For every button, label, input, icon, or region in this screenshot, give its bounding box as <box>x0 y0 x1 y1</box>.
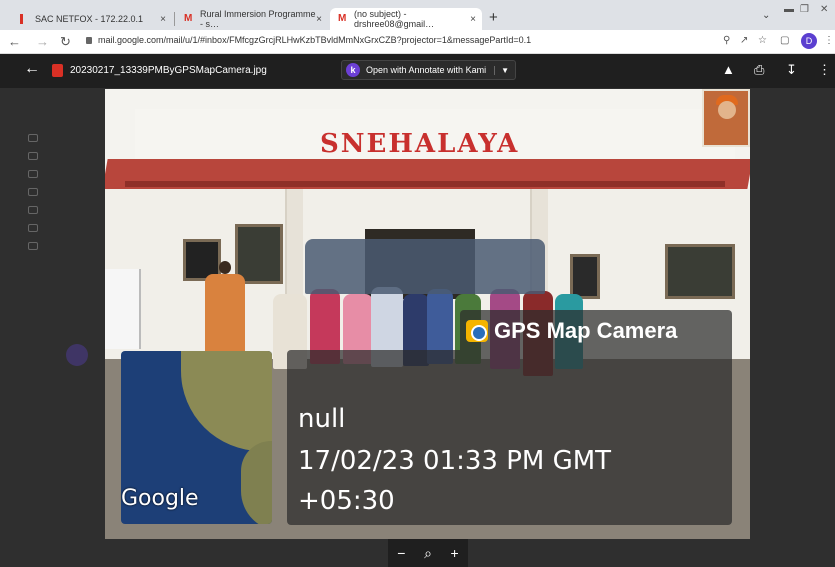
kami-icon: k <box>346 63 360 77</box>
pause-icon <box>20 14 23 24</box>
inbox-icon <box>28 152 38 160</box>
reload-button[interactable]: ↻ <box>60 34 71 50</box>
building-sign: SNEHALAYA <box>320 129 520 159</box>
tab-label: (no subject) - drshree08@gmail… <box>354 9 435 29</box>
star-icon <box>28 170 38 178</box>
side-panel-icon[interactable]: ▢ <box>780 35 789 46</box>
parked-vehicle <box>105 269 141 349</box>
image-file-icon <box>52 64 63 77</box>
tab-divider <box>174 12 175 26</box>
gps-app-name: GPS Map Camera <box>494 318 678 343</box>
roof-edge <box>125 181 725 187</box>
forward-button[interactable]: → <box>36 34 49 49</box>
address-bar: ← → ↻ mail.google.com/mail/u/1/#inbox/FM… <box>0 30 835 54</box>
back-button[interactable]: ← <box>8 34 21 49</box>
map-landmass <box>181 351 272 451</box>
close-icon[interactable]: × <box>470 14 476 25</box>
close-icon[interactable]: × <box>160 14 166 25</box>
tab-label: SAC NETFOX - 172.22.0.1 <box>35 14 144 24</box>
menu-dots-icon[interactable]: ⋮ <box>824 35 834 46</box>
clock-icon <box>28 188 38 196</box>
gps-timezone: +05:30 <box>298 486 395 516</box>
send-icon <box>28 224 38 232</box>
gps-location: null <box>298 404 346 434</box>
zoom-controls: − ⌕ + <box>388 539 468 567</box>
open-with-label: Open with Annotate with Kami <box>366 65 487 75</box>
portrait-face <box>718 101 736 119</box>
zoom-reset-icon[interactable]: ⌕ <box>424 545 432 562</box>
gmail-icon: M <box>184 13 193 24</box>
people-back-row <box>305 239 545 294</box>
download-icon[interactable]: ↧ <box>786 62 797 78</box>
tab-no-subject[interactable]: M (no subject) - drshree08@gmail… × <box>330 8 482 30</box>
browser-tab-strip: SAC NETFOX - 172.22.0.1 × M Rural Immers… <box>0 0 835 30</box>
tab-label: Rural Immersion Programme - s… <box>200 9 316 29</box>
close-window-button[interactable]: ✕ <box>820 4 828 15</box>
open-with-button[interactable]: k Open with Annotate with Kami ▼ <box>341 60 516 80</box>
gps-camera-app-icon <box>466 320 488 342</box>
chevron-down-icon[interactable]: ▼ <box>494 65 509 75</box>
window <box>665 244 735 299</box>
close-icon[interactable]: × <box>316 14 322 25</box>
tab-sac-netfox[interactable]: SAC NETFOX - 172.22.0.1 × <box>12 8 172 30</box>
draft-icon <box>28 242 38 250</box>
new-tab-button[interactable]: + <box>489 9 498 26</box>
gps-datetime: 17/02/23 01:33 PM GMT <box>298 446 612 476</box>
key-icon[interactable]: ⚲ <box>723 35 730 46</box>
zoom-out-button[interactable]: − <box>397 545 405 561</box>
portrait-poster <box>702 89 750 147</box>
google-map-logo: Google <box>121 486 199 511</box>
gmail-icon: M <box>338 13 347 24</box>
url-text: mail.google.com/mail/u/1/#inbox/FMfcgzGr… <box>98 35 532 45</box>
share-icon[interactable]: ↗ <box>740 35 748 46</box>
add-to-drive-icon[interactable]: ▲ <box>722 62 735 77</box>
file-name: 20230217_13339PMByGPSMapCamera.jpg <box>70 65 267 76</box>
more-options-icon[interactable]: ⋮ <box>818 62 831 78</box>
bookmark-star-icon[interactable]: ☆ <box>758 35 767 46</box>
zoom-in-button[interactable]: + <box>451 545 459 561</box>
print-icon[interactable]: ⎙ <box>754 62 764 78</box>
person-head <box>219 261 231 274</box>
profile-avatar[interactable]: D <box>801 33 817 49</box>
person <box>205 274 245 354</box>
sender-avatar <box>66 344 88 366</box>
chevron-down-icon[interactable]: ⌄ <box>762 10 770 21</box>
lock-icon <box>86 37 92 44</box>
close-viewer-button[interactable]: ← <box>24 60 40 78</box>
label-icon <box>28 206 38 214</box>
restore-button[interactable]: ❐ <box>800 4 809 15</box>
tab-rural-immersion[interactable]: M Rural Immersion Programme - s… × <box>176 8 328 30</box>
map-landmass <box>241 441 272 524</box>
notice-board <box>570 254 600 299</box>
minimize-button[interactable]: ▬ <box>784 4 794 15</box>
url-field[interactable]: mail.google.com/mail/u/1/#inbox/FMfcgzGr… <box>86 35 531 45</box>
gps-app-title: GPS Map Camera <box>466 318 677 344</box>
compose-icon <box>28 134 38 142</box>
